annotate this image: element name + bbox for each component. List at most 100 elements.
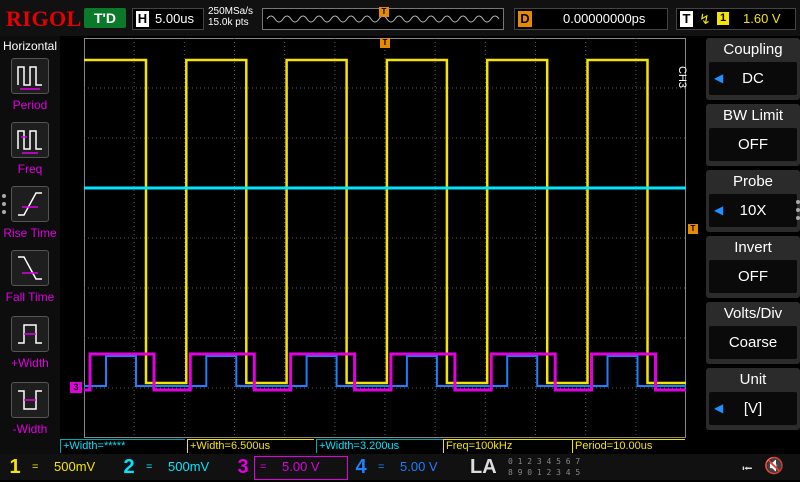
measure-frequency-button[interactable]: Freq	[0, 122, 60, 184]
measurement-5[interactable]: Period=10.00us	[572, 439, 685, 453]
bw-limit-value-box: OFF	[709, 128, 797, 161]
speaker-muted-icon[interactable]: 🔇	[764, 456, 784, 476]
ch3-status[interactable]: 3 = 5.00 V	[232, 456, 348, 480]
ch2-scale: 500mV	[168, 459, 210, 474]
sample-rate: 250MSa/s	[208, 6, 254, 17]
invert-softkey[interactable]: Invert OFF	[706, 236, 800, 298]
invert-value: OFF	[738, 268, 768, 285]
waveform-traces	[84, 58, 686, 392]
usb-icon: ⭰	[742, 460, 753, 476]
measure-menu: Horizontal Period Freq Rise Time Fall Ti…	[0, 36, 60, 454]
coupling-title: Coupling	[723, 41, 783, 58]
ch1-scale: 500mV	[54, 459, 96, 474]
bw-limit-title: BW Limit	[723, 107, 783, 124]
positive-width-icon	[11, 316, 49, 352]
volts-div-softkey[interactable]: Volts/Div Coarse	[706, 302, 800, 364]
ch3-coupling-icon: =	[260, 461, 267, 473]
trigger-level: 1.60 V	[743, 11, 781, 26]
measure-negative-width-button[interactable]: -Width	[0, 382, 60, 444]
fall-time-icon	[11, 250, 49, 286]
frequency-label: Freq	[17, 162, 43, 176]
positive-width-label: +Width	[11, 356, 49, 370]
rigol-logo: RIGOL	[6, 6, 82, 31]
memory-depth: 15.0k pts	[208, 17, 249, 28]
ch4-number: 4	[355, 456, 367, 478]
channel-status-bar: 1 = 500mV 2 = 500mV 3 = 5.00 V 4 = 5.00 …	[0, 454, 800, 480]
ch4-status[interactable]: 4 = 5.00 V	[350, 456, 462, 478]
timebase-indicator[interactable]: H 5.00us	[132, 8, 204, 30]
coupling-value: DC	[742, 70, 764, 87]
probe-softkey[interactable]: Probe ◀ 10X	[706, 170, 800, 232]
measure-rise-time-button[interactable]: Rise Time	[0, 186, 60, 248]
probe-value-box: ◀ 10X	[709, 194, 797, 227]
trigger-indicator[interactable]: T ↯ 1 1.60 V	[676, 8, 796, 30]
measure-fall-time-button[interactable]: Fall Time	[0, 250, 60, 312]
memory-overview-bar: T	[262, 7, 504, 30]
measurement-2[interactable]: +Width=6.500us	[187, 439, 314, 453]
coupling-softkey[interactable]: Coupling ◀ DC	[706, 38, 800, 100]
volts-div-value: Coarse	[728, 334, 778, 351]
trigger-level-marker[interactable]: T	[688, 224, 698, 234]
waveform-display[interactable]: T	[84, 38, 686, 438]
ch1-trace	[84, 58, 686, 385]
bw-limit-value: OFF	[738, 136, 768, 153]
memory-trigger-marker: T	[379, 7, 389, 17]
right-page-dots	[796, 200, 800, 224]
ch4-scale: 5.00 V	[400, 459, 438, 474]
channel-menu: Coupling ◀ DC BW Limit OFF Probe ◀ 10X I…	[706, 38, 800, 454]
frequency-icon	[11, 122, 49, 158]
top-status-bar: RIGOL T'D H 5.00us 250MSa/s 15.0k pts T …	[0, 0, 800, 36]
period-icon	[11, 58, 49, 94]
rise-time-label: Rise Time	[3, 226, 57, 240]
bw-limit-softkey[interactable]: BW Limit OFF	[706, 104, 800, 166]
trigger-key: T	[680, 11, 693, 27]
measurement-4[interactable]: Freq=100kHz	[443, 439, 572, 453]
delay-indicator[interactable]: D 0.00000000ps	[514, 8, 668, 30]
ch4-coupling-icon: =	[378, 461, 385, 473]
probe-value: 10X	[739, 202, 767, 219]
ch2-number: 2	[123, 456, 135, 478]
measurement-results: +Width=***** +Width=6.500us +Width=3.200…	[60, 439, 686, 453]
ch2-status[interactable]: 2 = 500mV	[118, 456, 228, 478]
trigger-status-badge: T'D	[84, 8, 126, 28]
ch3-ground-marker[interactable]: 3	[70, 382, 82, 393]
menu-channel-tag: CH3	[676, 66, 688, 89]
fall-time-label: Fall Time	[5, 290, 55, 304]
volts-div-title: Volts/Div	[723, 305, 783, 322]
ch3-number: 3	[237, 456, 249, 478]
measure-positive-width-button[interactable]: +Width	[0, 316, 60, 378]
horizontal-key: H	[136, 11, 149, 27]
unit-softkey[interactable]: Unit ◀ [V]	[706, 368, 800, 430]
ch4-trace	[84, 355, 686, 387]
unit-title: Unit	[739, 371, 767, 388]
la-bits-bottom: 8 9 0 1 2 3 4 5	[508, 468, 581, 477]
rise-time-icon	[11, 186, 49, 222]
ch1-status[interactable]: 1 = 500mV	[4, 456, 114, 478]
invert-title: Invert	[734, 239, 772, 256]
ch2-coupling-icon: =	[146, 461, 153, 473]
unit-value: [V]	[743, 400, 763, 417]
measure-category-title: Horizontal	[2, 39, 58, 53]
delay-value: 0.00000000ps	[563, 11, 646, 26]
volts-div-value-box: Coarse	[709, 326, 797, 359]
delay-key: D	[518, 11, 532, 27]
invert-value-box: OFF	[709, 260, 797, 293]
ch3-trace	[84, 352, 686, 392]
ch1-number: 1	[9, 456, 21, 478]
negative-width-label: -Width	[12, 422, 48, 436]
measurement-3[interactable]: +Width=3.200us	[316, 439, 445, 453]
measurement-1[interactable]: +Width=*****	[60, 439, 185, 453]
logic-analyzer-channels: 0 1 2 3 4 5 6 7 8 9 0 1 2 3 4 5	[508, 456, 602, 478]
probe-title: Probe	[732, 173, 774, 190]
rising-edge-icon: ↯	[699, 11, 711, 27]
unit-value-box: ◀ [V]	[709, 392, 797, 425]
ch3-scale: 5.00 V	[282, 459, 320, 474]
period-label: Period	[12, 98, 48, 112]
negative-width-icon	[11, 382, 49, 418]
measure-period-button[interactable]: Period	[0, 58, 60, 120]
trigger-source: 1	[717, 12, 729, 25]
acquisition-info: 250MSa/s 15.0k pts	[208, 6, 253, 28]
logic-analyzer-label[interactable]: LA	[470, 456, 500, 478]
timebase-value: 5.00us	[155, 11, 195, 26]
trigger-position-marker[interactable]: T	[380, 38, 390, 48]
